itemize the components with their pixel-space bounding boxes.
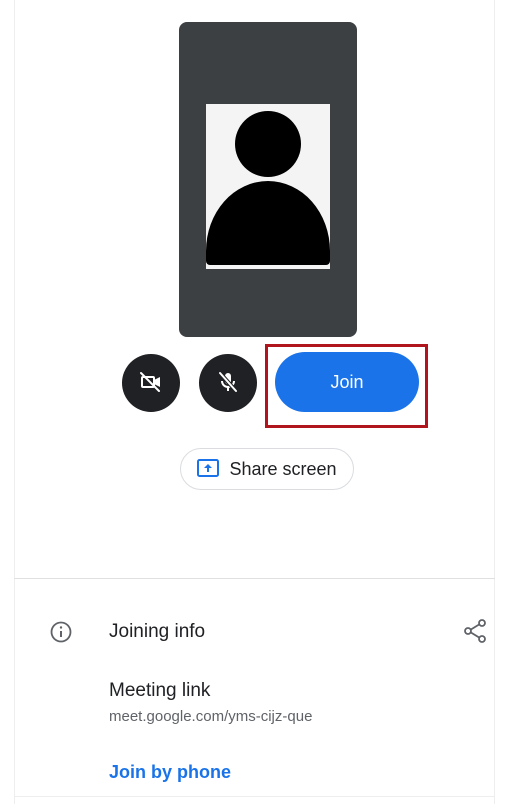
join-button[interactable]: Join: [275, 352, 419, 412]
self-video-preview: [179, 22, 357, 337]
toggle-microphone-button[interactable]: [199, 354, 257, 412]
join-by-phone-link[interactable]: Join by phone: [109, 762, 231, 783]
avatar-head: [235, 111, 301, 177]
toggle-camera-button[interactable]: [122, 354, 180, 412]
right-edge-divider: [494, 0, 495, 804]
meet-join-screen: Join Share screen Joining info Meeting l…: [0, 0, 507, 804]
left-edge-divider: [14, 0, 15, 804]
meeting-link-label: Meeting link: [109, 680, 211, 701]
meeting-link-url[interactable]: meet.google.com/yms-cijz-que: [109, 708, 312, 725]
present-to-all-icon: [197, 458, 220, 480]
avatar-placeholder: [206, 104, 330, 269]
share-screen-label: Share screen: [229, 458, 337, 479]
mic-off-icon: [216, 370, 240, 397]
avatar-body: [206, 181, 330, 265]
video-off-icon: [139, 370, 163, 397]
share-screen-button[interactable]: Share screen: [180, 448, 354, 490]
joining-info-title: Joining info: [109, 621, 206, 642]
bottom-divider: [14, 796, 495, 797]
info-icon: [49, 620, 73, 649]
section-divider: [14, 578, 495, 579]
share-icon[interactable]: [462, 618, 488, 649]
joining-info-row: Joining info: [0, 612, 507, 652]
